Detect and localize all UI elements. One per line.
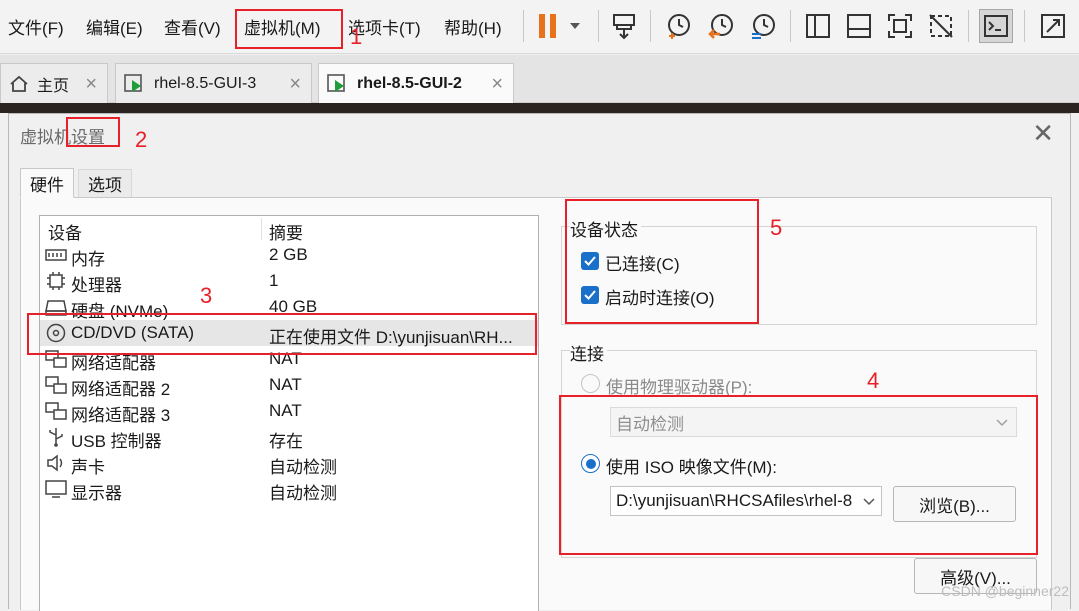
home-icon (10, 75, 28, 92)
annotation-box-settings (66, 117, 120, 147)
snapshot-take-icon[interactable] (662, 9, 696, 43)
device-summary: NAT (269, 375, 302, 394)
toolbar-separator (523, 10, 524, 42)
device-row-sound[interactable]: 声卡 自动检测 (40, 450, 538, 477)
annotation-number: 2 (135, 127, 148, 152)
close-icon[interactable]: ✕ (1032, 118, 1054, 149)
device-name: 处理器 (71, 276, 122, 295)
close-icon[interactable]: × (491, 73, 503, 96)
unity-icon[interactable] (924, 9, 958, 43)
dropdown-arrow-icon[interactable] (561, 9, 589, 43)
sidebar-layout-icon[interactable] (801, 9, 835, 43)
menu-edit[interactable]: 编辑(E) (86, 14, 143, 39)
display-icon (45, 480, 67, 498)
toolbar-separator (598, 10, 599, 42)
device-summary: 存在 (269, 432, 303, 451)
stretch-icon[interactable] (1036, 9, 1070, 43)
device-row-cpu[interactable]: 处理器 1 (40, 268, 538, 295)
device-name: 网络适配器 3 (71, 406, 171, 425)
menu-view[interactable]: 查看(V) (164, 14, 221, 39)
connection-title: 连接 (570, 340, 607, 365)
annotation-number: 3 (200, 283, 213, 308)
device-name: USB 控制器 (71, 432, 162, 451)
fullscreen-icon[interactable] (883, 9, 917, 43)
toolbar-separator (790, 10, 791, 42)
tab-label: 主页 (37, 77, 70, 95)
device-row-network-3[interactable]: 网络适配器 3 NAT (40, 398, 538, 425)
vm-icon (327, 74, 345, 92)
device-name: 显示器 (71, 484, 122, 503)
thumbnail-layout-icon[interactable] (842, 9, 876, 43)
tab-vm-3[interactable]: rhel-8.5-GUI-3 × (115, 63, 312, 103)
network-adapter-icon (45, 402, 67, 420)
annotation-number: 1 (350, 24, 363, 49)
watermark: CSDN @beginner22 (941, 583, 1069, 599)
column-header-summary: 摘要 (269, 224, 303, 243)
annotation-box-vm-menu (235, 9, 343, 49)
device-name: 网络适配器 2 (71, 380, 171, 399)
toolbar-separator (650, 10, 651, 42)
annotation-box-cd-dvd (27, 313, 537, 355)
tab-label: rhel-8.5-GUI-2 (357, 75, 462, 92)
device-row-display[interactable]: 显示器 自动检测 (40, 476, 538, 503)
toolbar-separator (1024, 10, 1025, 42)
menu-bar: 文件(F) 编辑(E) 查看(V) 虚拟机(M) 选项卡(T) 帮助(H) (0, 0, 1079, 54)
tab-options[interactable]: 选项 (78, 169, 132, 197)
device-summary: 自动检测 (269, 458, 337, 477)
send-keys-icon[interactable] (607, 9, 641, 43)
device-list: 设备 摘要 内存 2 GB 处理器 1 硬盘 (NVMe) 40 GB CD/D… (39, 215, 539, 611)
tab-label: rhel-8.5-GUI-3 (154, 74, 257, 92)
toolbar-separator (968, 10, 969, 42)
device-summary: 1 (269, 271, 279, 290)
annotation-number: 5 (770, 215, 783, 240)
annotation-number: 4 (867, 368, 880, 393)
tab-vm-2[interactable]: rhel-8.5-GUI-2 × (318, 63, 514, 104)
column-header-device: 设备 (48, 224, 82, 243)
annotation-box-iso (559, 395, 1038, 555)
vm-icon (124, 73, 142, 92)
memory-icon (45, 249, 67, 261)
physical-drive-radio[interactable] (581, 374, 600, 393)
device-summary: 2 GB (269, 245, 308, 264)
tab-hardware[interactable]: 硬件 (20, 168, 74, 198)
device-row-network-2[interactable]: 网络适配器 2 NAT (40, 372, 538, 399)
tab-home[interactable]: 主页 × (0, 63, 108, 103)
close-icon[interactable]: × (289, 73, 301, 96)
menu-file[interactable]: 文件(F) (8, 14, 64, 39)
console-view-icon[interactable] (979, 9, 1013, 43)
device-summary: NAT (269, 401, 302, 420)
menu-help[interactable]: 帮助(H) (444, 14, 502, 39)
tab-bar: 主页 × rhel-8.5-GUI-3 × rhel-8.5-GUI-2 × (0, 55, 1079, 104)
column-divider (261, 218, 262, 240)
snapshot-manager-icon[interactable] (746, 9, 780, 43)
annotation-box-device-status (565, 199, 759, 324)
snapshot-revert-icon[interactable] (704, 9, 738, 43)
device-name: 内存 (71, 250, 105, 269)
sound-icon (47, 454, 63, 472)
device-row-memory[interactable]: 内存 2 GB (40, 242, 538, 269)
network-adapter-icon (45, 376, 67, 394)
cpu-icon (47, 272, 65, 290)
pause-icon[interactable] (531, 9, 565, 43)
usb-icon (49, 428, 63, 447)
device-row-usb[interactable]: USB 控制器 存在 (40, 424, 538, 451)
device-name: 声卡 (71, 458, 105, 477)
close-icon[interactable]: × (85, 73, 97, 96)
device-summary: 自动检测 (269, 484, 337, 503)
vm-screen-edge (0, 103, 1079, 113)
